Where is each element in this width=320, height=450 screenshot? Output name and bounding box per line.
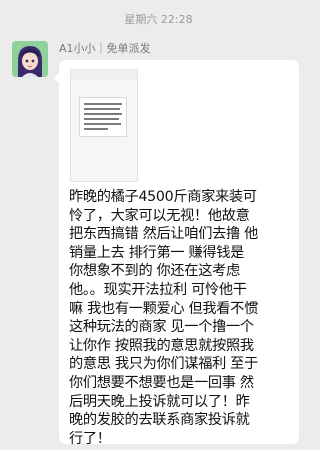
thumbnail-note-card: [79, 97, 127, 137]
thumbnail-text-line: [84, 113, 122, 115]
chat-timestamp: 星期六 22:28: [124, 13, 193, 26]
screenshot-thumbnail[interactable]: [70, 69, 138, 182]
avatar[interactable]: [12, 41, 48, 77]
thumbnail-text-line: [84, 108, 120, 110]
thumbnail-text-line: [84, 103, 122, 105]
thumbnail-text-line: [84, 123, 121, 125]
thumbnail-text-line: [84, 128, 108, 130]
message-text: 昨晚的橘子4500斤商家来装可 怜了，大家可以无视！他故意 把东西搞错 然后让咱…: [69, 189, 258, 447]
thumbnail-text-line: [84, 118, 119, 120]
sender-name: A1小小｜免单派发: [59, 42, 151, 55]
anime-girl-avatar-icon: [12, 41, 48, 77]
message-bubble[interactable]: 昨晚的橘子4500斤商家来装可 怜了，大家可以无视！他故意 把东西搞错 然后让咱…: [54, 60, 299, 447]
thumbnail-status-bar: [71, 70, 137, 80]
